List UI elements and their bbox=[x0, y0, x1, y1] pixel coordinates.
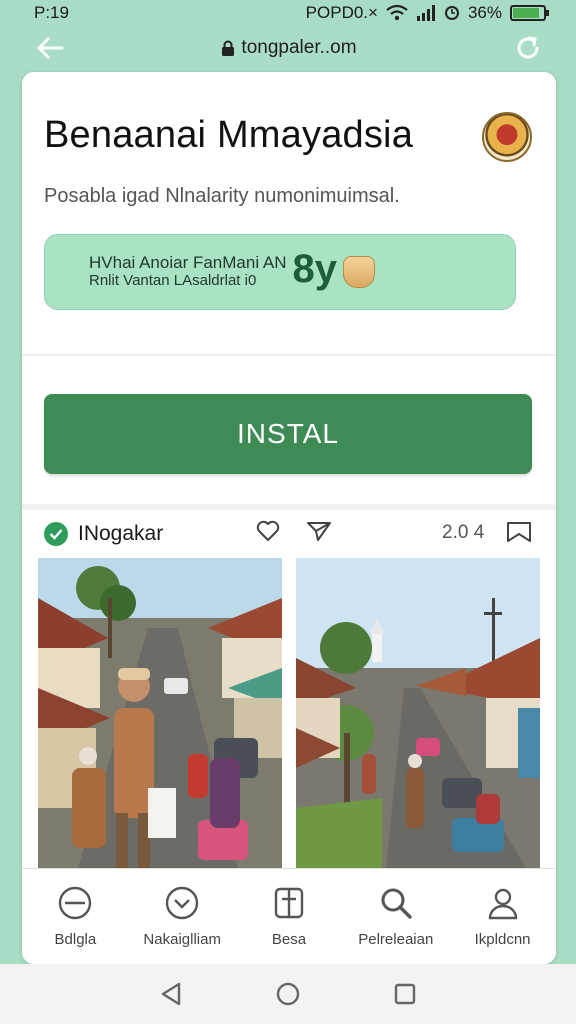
nav-item-3[interactable]: Pelreleaian bbox=[346, 885, 446, 948]
bottom-navigation: Bdlgla Nakaiglliam Besa Pelreleaian Ikpl… bbox=[22, 868, 556, 964]
app-title: Benaanai Mmayadsia bbox=[44, 114, 414, 156]
share-icon[interactable] bbox=[306, 520, 332, 542]
battery-level bbox=[513, 8, 539, 18]
divider bbox=[22, 354, 556, 356]
promo-text: HVhai Anoiar FanMani AN Rnlit Vantan LAs… bbox=[89, 254, 287, 290]
post-photo-village-2[interactable] bbox=[296, 558, 540, 868]
system-back-icon[interactable] bbox=[159, 981, 183, 1007]
heart-icon[interactable] bbox=[256, 520, 280, 542]
promo-banner[interactable]: HVhai Anoiar FanMani AN Rnlit Vantan LAs… bbox=[44, 234, 516, 310]
system-recents-icon[interactable] bbox=[393, 982, 417, 1006]
lock-icon bbox=[222, 40, 235, 56]
nav-label: Pelreleaian bbox=[358, 931, 434, 948]
app-subtitle: Posabla igad Nlnalarity numonimuimsal. bbox=[44, 185, 400, 207]
reload-icon[interactable] bbox=[512, 32, 544, 64]
status-indicators: POPD0.× 36% bbox=[305, 3, 549, 23]
nav-item-1[interactable]: Nakaiglliam bbox=[132, 885, 232, 948]
app-listing-card: Benaanai Mmayadsia Posabla igad Nlnalari… bbox=[22, 72, 556, 964]
nav-item-4[interactable]: Ikpldcnn bbox=[453, 885, 553, 948]
nav-label: Bdlgla bbox=[54, 931, 97, 948]
post-count: 2.0 4 bbox=[442, 522, 485, 543]
install-button[interactable]: INSTAL bbox=[44, 394, 532, 474]
post-header: INogakar 2.0 4 bbox=[44, 514, 534, 554]
profile-icon bbox=[488, 888, 517, 920]
search-icon bbox=[381, 888, 412, 919]
alarm-icon bbox=[444, 6, 459, 20]
back-arrow-icon[interactable] bbox=[34, 32, 66, 64]
bookmark-icon[interactable] bbox=[506, 520, 532, 544]
url-text: tongpaler..om bbox=[241, 37, 357, 58]
promo-number: 8y bbox=[292, 246, 338, 291]
status-text: POPD0.× bbox=[305, 3, 378, 22]
nav-label: Nakaiglliam bbox=[143, 931, 221, 948]
system-home-icon[interactable] bbox=[275, 981, 301, 1007]
system-navigation-bar bbox=[0, 964, 576, 1024]
status-time: P:19 bbox=[34, 3, 69, 22]
battery-percent: 36% bbox=[467, 3, 502, 22]
post-actions bbox=[256, 520, 332, 542]
nav-label: Ikpldcnn bbox=[474, 931, 531, 948]
signal-icon bbox=[416, 5, 435, 21]
crest-logo bbox=[482, 112, 532, 162]
wifi-icon bbox=[386, 5, 408, 21]
post-photo-village-1[interactable] bbox=[38, 558, 282, 868]
post-author[interactable]: INogakar bbox=[78, 522, 163, 546]
battery-icon bbox=[510, 5, 549, 21]
verified-icon bbox=[44, 522, 68, 546]
divider bbox=[22, 504, 556, 510]
minus-circle-icon bbox=[59, 886, 92, 920]
book-icon bbox=[274, 887, 304, 919]
browser-url-bar: tongpaler..om bbox=[22, 26, 556, 70]
check-circle-icon bbox=[165, 886, 199, 920]
nav-label: Besa bbox=[271, 931, 307, 948]
nav-item-0[interactable]: Bdlgla bbox=[25, 885, 125, 948]
url-display[interactable]: tongpaler..om bbox=[221, 37, 357, 59]
money-bag-icon bbox=[343, 256, 375, 288]
status-bar: P:19 POPD0.× 36% bbox=[0, 0, 576, 26]
promo-line-1: HVhai Anoiar FanMani AN bbox=[89, 253, 287, 272]
promo-line-2: Rnlit Vantan LAsaldrlat i0 bbox=[89, 272, 257, 289]
nav-item-2[interactable]: Besa bbox=[239, 885, 339, 948]
